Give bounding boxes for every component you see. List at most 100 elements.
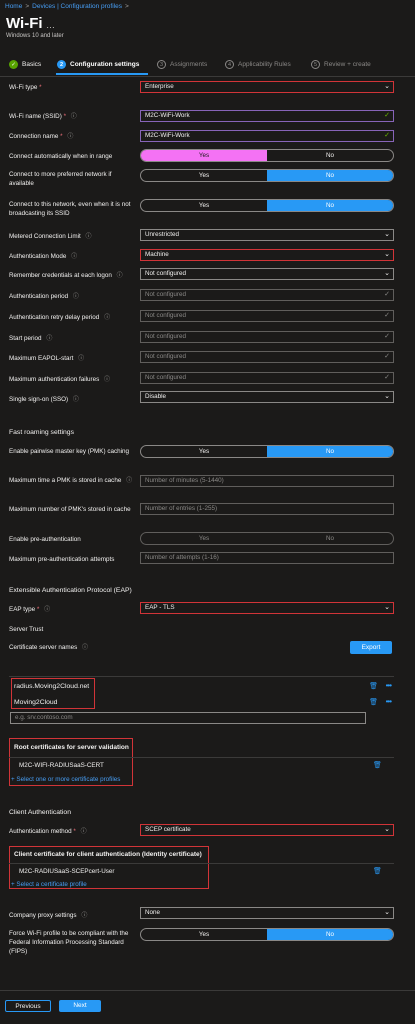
chevron-down-icon: ⌄ bbox=[384, 604, 390, 611]
breadcrumb: Home > Devices | Configuration profiles > bbox=[5, 3, 129, 10]
step-applicability-rules[interactable]: 4 Applicability Rules bbox=[225, 60, 291, 69]
auto-connect-label: Connect automatically when in range bbox=[9, 153, 113, 160]
auto-connect-yes[interactable]: Yes bbox=[141, 150, 267, 161]
sso-dropdown[interactable]: Disable ⌄ bbox=[140, 391, 394, 403]
hidden-ssid-toggle[interactable]: Yes No bbox=[140, 199, 394, 212]
start-period-input[interactable]: Not configured ✓ bbox=[140, 331, 394, 343]
preferred-network-no[interactable]: No bbox=[267, 170, 393, 181]
footer-divider bbox=[0, 990, 415, 991]
max-failures-input[interactable]: Not configured ✓ bbox=[140, 372, 394, 384]
info-icon: ⓘ bbox=[81, 913, 88, 919]
hidden-ssid-yes[interactable]: Yes bbox=[141, 200, 267, 211]
pmk-caching-toggle[interactable]: Yes No bbox=[140, 445, 394, 458]
breadcrumb-home[interactable]: Home bbox=[5, 3, 22, 10]
fips-toggle[interactable]: Yes No bbox=[140, 928, 394, 941]
checkmark-icon: ✓ bbox=[384, 333, 390, 340]
pmk-count-input[interactable]: Number of entries (1-255) bbox=[140, 503, 394, 515]
auth-method-dropdown[interactable]: SCEP certificate ⌄ bbox=[140, 824, 394, 836]
previous-button[interactable]: Previous bbox=[5, 1000, 51, 1012]
info-icon: ⓘ bbox=[116, 273, 123, 279]
client-auth-heading: Client Authentication bbox=[9, 809, 71, 816]
step-basics[interactable]: ✓ Basics bbox=[9, 60, 41, 69]
sso-label: Single sign-on (SSO) ⓘ bbox=[9, 396, 79, 403]
more-options-icon[interactable]: … bbox=[46, 20, 55, 30]
pmk-caching-label: Enable pairwise master key (PMK) caching bbox=[9, 448, 130, 455]
preauth-attempts-input[interactable]: Number of attempts (1-16) bbox=[140, 552, 394, 564]
delete-icon[interactable]: 🗑 bbox=[373, 761, 382, 769]
divider bbox=[0, 76, 415, 77]
pmk-caching-yes[interactable]: Yes bbox=[141, 446, 267, 457]
pmk-time-input[interactable]: Number of minutes (5-1440) bbox=[140, 475, 394, 487]
start-period-label: Start period ⓘ bbox=[9, 335, 53, 342]
info-icon: ⓘ bbox=[82, 645, 89, 651]
step-configuration-settings[interactable]: 2 Configuration settings bbox=[57, 60, 139, 69]
page-subtitle: Windows 10 and later bbox=[6, 33, 64, 39]
hidden-ssid-no[interactable]: No bbox=[267, 200, 393, 211]
eapol-start-label: Maximum EAPOL-start ⓘ bbox=[9, 355, 85, 362]
auth-period-input[interactable]: Not configured ✓ bbox=[140, 289, 394, 301]
checkmark-icon: ✓ bbox=[384, 291, 390, 298]
select-root-certs-link[interactable]: + Select one or more certificate profile… bbox=[11, 776, 120, 783]
chevron-down-icon: ⌄ bbox=[384, 909, 390, 916]
pmk-caching-no[interactable]: No bbox=[267, 446, 393, 457]
delete-icon[interactable]: 🗑 bbox=[373, 867, 382, 875]
chevron-down-icon: ⌄ bbox=[384, 83, 390, 90]
client-cert-item: M2C-RADIUSaaS-SCEPcert-User bbox=[19, 868, 115, 875]
info-icon: ⓘ bbox=[104, 377, 111, 383]
more-icon[interactable]: ••• bbox=[386, 695, 392, 708]
preauth-attempts-label: Maximum pre-authentication attempts bbox=[9, 556, 115, 563]
breadcrumb-config-profiles[interactable]: Devices | Configuration profiles bbox=[32, 3, 122, 10]
page-title: Wi-Fi bbox=[6, 15, 43, 32]
preferred-network-toggle[interactable]: Yes No bbox=[140, 169, 394, 182]
preauth-toggle[interactable]: Yes No bbox=[140, 532, 394, 545]
info-icon: ⓘ bbox=[46, 336, 53, 342]
info-icon: ⓘ bbox=[80, 829, 87, 835]
server-trust-label: Server Trust bbox=[9, 626, 44, 633]
retry-delay-input[interactable]: Not configured ✓ bbox=[140, 310, 394, 322]
chevron-down-icon: ⌄ bbox=[384, 393, 390, 400]
hidden-ssid-label: Connect to this network, even when it is… bbox=[9, 201, 131, 217]
new-server-name-input[interactable]: e.g. srv.contoso.com bbox=[10, 712, 366, 724]
eap-type-dropdown[interactable]: EAP - TLS ⌄ bbox=[140, 602, 394, 614]
connection-name-input[interactable]: M2C-WiFi-Work ✓ bbox=[140, 130, 394, 142]
step-review-create[interactable]: 5 Review + create bbox=[311, 60, 371, 69]
eap-type-label: EAP type * ⓘ bbox=[9, 606, 51, 613]
proxy-dropdown[interactable]: None ⌄ bbox=[140, 907, 394, 919]
fips-no[interactable]: No bbox=[267, 929, 393, 940]
wifi-type-dropdown[interactable]: Enterprise ⌄ bbox=[140, 81, 394, 93]
auth-mode-dropdown[interactable]: Machine ⌄ bbox=[140, 249, 394, 261]
info-icon: ⓘ bbox=[78, 356, 85, 362]
connection-name-label: Connection name * ⓘ bbox=[9, 133, 74, 140]
metered-label: Metered Connection Limit ⓘ bbox=[9, 233, 92, 240]
preauth-no[interactable]: No bbox=[267, 533, 393, 544]
metered-dropdown[interactable]: Unrestricted ⌄ bbox=[140, 229, 394, 241]
more-icon[interactable]: ••• bbox=[386, 679, 392, 692]
chevron-down-icon: ⌄ bbox=[384, 826, 390, 833]
auto-connect-no[interactable]: No bbox=[267, 150, 393, 161]
checkmark-icon: ✓ bbox=[384, 132, 390, 139]
eapol-start-input[interactable]: Not configured ✓ bbox=[140, 351, 394, 363]
info-icon: ⓘ bbox=[126, 478, 133, 484]
client-cert-heading: Client certificate for client authentica… bbox=[14, 851, 202, 858]
auth-mode-label: Authentication Mode ⓘ bbox=[9, 253, 78, 260]
info-icon: ⓘ bbox=[104, 315, 111, 321]
preauth-yes[interactable]: Yes bbox=[141, 533, 267, 544]
export-button[interactable]: Export bbox=[350, 641, 392, 654]
highlight-box bbox=[11, 678, 95, 709]
info-icon: ⓘ bbox=[44, 607, 51, 613]
step-assignments[interactable]: 3 Assignments bbox=[157, 60, 207, 69]
ssid-input[interactable]: M2C-WiFi-Work ✓ bbox=[140, 110, 394, 122]
auto-connect-toggle[interactable]: Yes No bbox=[140, 149, 394, 162]
delete-icon[interactable]: 🗑 bbox=[369, 696, 378, 709]
preferred-network-yes[interactable]: Yes bbox=[141, 170, 267, 181]
remember-credentials-dropdown[interactable]: Not configured ⌄ bbox=[140, 268, 394, 280]
remember-credentials-label: Remember credentials at each logon ⓘ bbox=[9, 272, 123, 279]
next-button[interactable]: Next bbox=[59, 1000, 101, 1012]
delete-icon[interactable]: 🗑 bbox=[369, 680, 378, 693]
checkmark-icon: ✓ bbox=[384, 353, 390, 360]
max-failures-label: Maximum authentication failures ⓘ bbox=[9, 376, 111, 383]
select-client-cert-link[interactable]: + Select a certificate profile bbox=[11, 881, 87, 888]
info-icon: ⓘ bbox=[85, 234, 92, 240]
fips-yes[interactable]: Yes bbox=[141, 929, 267, 940]
preauth-label: Enable pre-authentication bbox=[9, 536, 81, 543]
